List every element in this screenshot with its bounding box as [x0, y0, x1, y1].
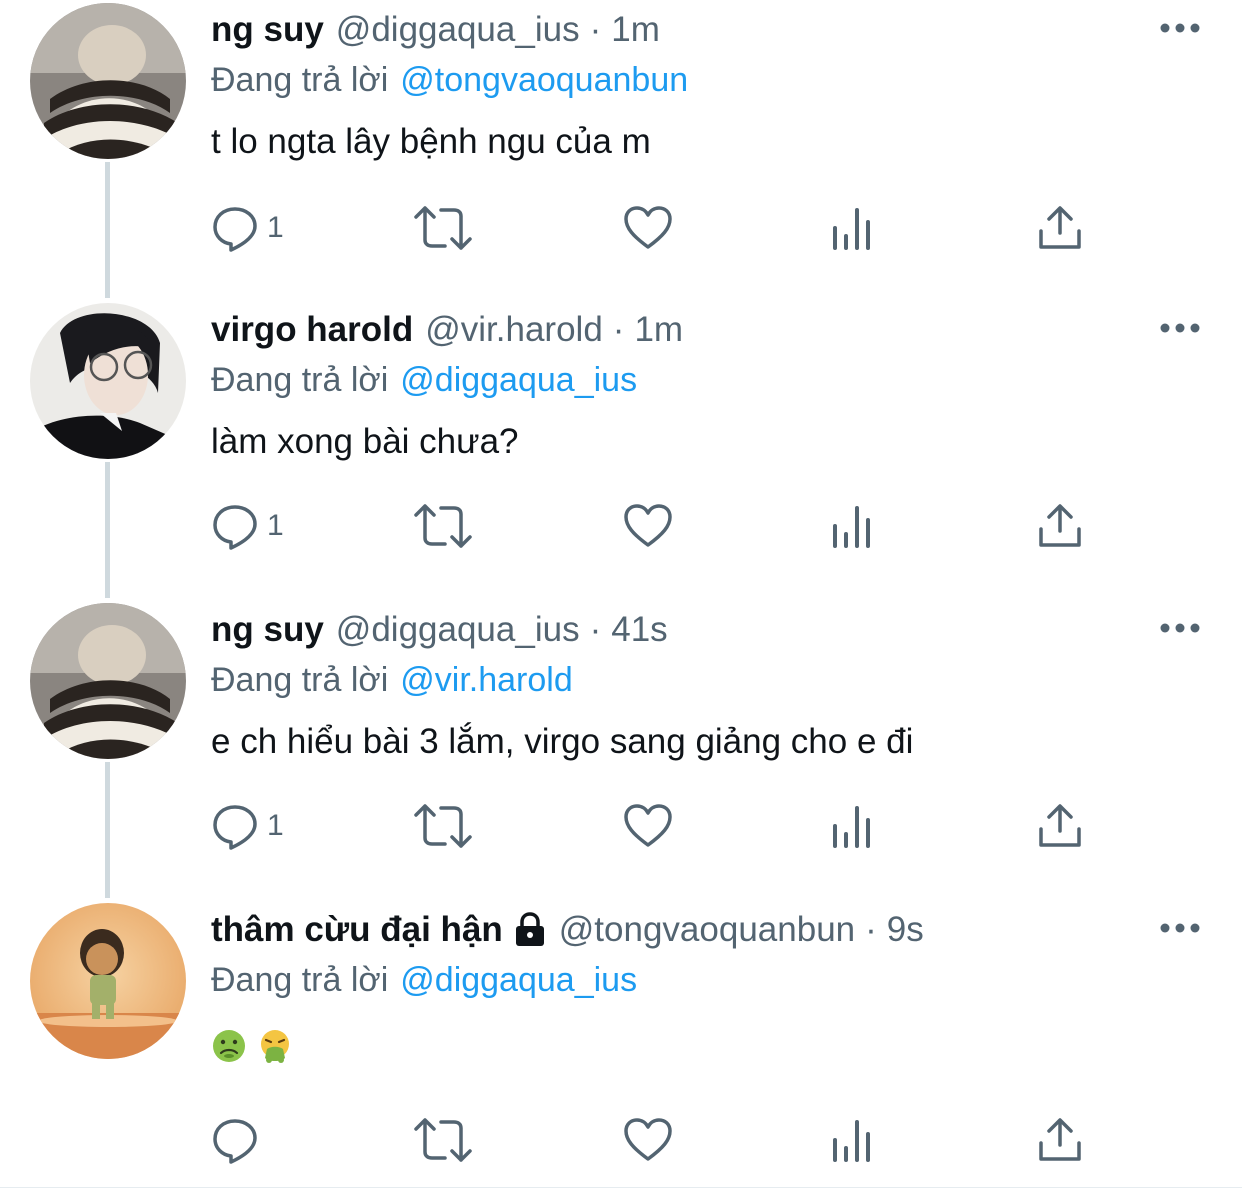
display-name[interactable]: ng suy	[211, 608, 324, 652]
replying-label: Đang trả lời	[211, 661, 389, 699]
retweet-button[interactable]	[413, 798, 473, 854]
nauseated-face-emoji	[213, 1030, 245, 1062]
tweet-actions: 1	[211, 798, 1111, 854]
reply-icon	[213, 207, 257, 252]
separator-dot: ·	[865, 910, 877, 949]
share-button[interactable]	[1037, 1112, 1083, 1168]
retweet-button[interactable]	[413, 498, 473, 554]
display-name[interactable]: thâm cừu đại hận	[211, 908, 503, 952]
heart-icon	[624, 804, 672, 847]
user-handle[interactable]: @tongvaoquanbun	[559, 908, 855, 952]
retweet-icon	[414, 1118, 472, 1162]
share-icon	[1039, 504, 1081, 547]
share-icon	[1039, 206, 1081, 249]
views-icon	[833, 208, 870, 250]
replying-to: Đang trả lời @tongvaoquanbun	[211, 58, 688, 102]
reply-button[interactable]: 1	[211, 200, 284, 256]
tweet[interactable]: ng suy @diggaqua_ius · 41s Đang trả lời @…	[0, 600, 1242, 900]
tweet-actions: 1	[211, 200, 1111, 256]
user-handle[interactable]: @diggaqua_ius	[336, 8, 580, 52]
avatar[interactable]	[30, 3, 186, 159]
tweet[interactable]: ng suy @diggaqua_ius · 1m Đang trả lời @t…	[0, 0, 1242, 300]
tweet-text: t lo ngta lây bệnh ngu của m	[211, 122, 651, 161]
reply-button[interactable]	[211, 1112, 267, 1168]
reply-count: 1	[267, 211, 284, 244]
reply-icon	[213, 505, 257, 550]
lock-icon	[515, 912, 544, 946]
views-button[interactable]	[831, 1112, 875, 1168]
heart-icon	[624, 1118, 672, 1161]
replying-to: Đang trả lời @vir.harold	[211, 658, 573, 702]
more-options-icon[interactable]	[1158, 916, 1202, 940]
tweet-header: thâm cừu đại hận @tongvaoquanbun · 9s	[211, 908, 924, 952]
more-options-icon[interactable]	[1158, 16, 1202, 40]
heart-icon	[624, 504, 672, 547]
views-button[interactable]	[831, 498, 875, 554]
views-icon	[833, 1120, 870, 1162]
tweet[interactable]: virgo harold @vir.harold · 1m Đang trả l…	[0, 300, 1242, 600]
display-name[interactable]: virgo harold	[211, 308, 413, 352]
timestamp[interactable]: 1m	[611, 8, 660, 52]
retweet-button[interactable]	[413, 200, 473, 256]
reply-count: 1	[267, 809, 284, 842]
reply-count: 1	[267, 509, 284, 542]
divider	[0, 1187, 1242, 1188]
replying-label: Đang trả lời	[211, 961, 389, 999]
like-button[interactable]	[623, 1112, 673, 1168]
replying-to: Đang trả lời @diggaqua_ius	[211, 358, 637, 402]
tweet-actions: 1	[211, 498, 1111, 554]
retweet-icon	[414, 804, 472, 848]
views-icon	[833, 806, 870, 848]
views-icon	[833, 506, 870, 548]
reply-button[interactable]: 1	[211, 498, 284, 554]
like-button[interactable]	[623, 498, 673, 554]
user-handle[interactable]: @vir.harold	[425, 308, 603, 352]
share-icon	[1039, 804, 1081, 847]
separator-dot: ·	[612, 310, 625, 349]
tweet[interactable]: thâm cừu đại hận @tongvaoquanbun · 9s Đa…	[0, 900, 1242, 1190]
separator-dot: ·	[589, 610, 602, 649]
heart-icon	[624, 206, 672, 249]
like-button[interactable]	[623, 798, 673, 854]
separator-dot: ·	[589, 10, 602, 49]
reply-button[interactable]: 1	[211, 798, 284, 854]
reply-icon	[213, 1119, 257, 1164]
mention-link[interactable]: @tongvaoquanbun	[400, 61, 688, 99]
more-options-icon[interactable]	[1158, 616, 1202, 640]
user-handle[interactable]: @diggaqua_ius	[336, 608, 580, 652]
avatar[interactable]	[30, 903, 186, 1059]
retweet-button[interactable]	[413, 1112, 473, 1168]
share-button[interactable]	[1037, 798, 1083, 854]
replying-to: Đang trả lời @diggaqua_ius	[211, 958, 637, 1002]
tweet-text: e ch hiểu bài 3 lắm, virgo sang giảng ch…	[211, 722, 914, 761]
avatar[interactable]	[30, 603, 186, 759]
tweet-header: virgo harold @vir.harold · 1m	[211, 308, 683, 352]
vomiting-face-emoji	[261, 1030, 289, 1063]
reply-icon	[213, 805, 257, 850]
views-button[interactable]	[831, 200, 875, 256]
share-button[interactable]	[1037, 498, 1083, 554]
retweet-icon	[414, 206, 472, 250]
tweet-text: làm xong bài chưa?	[211, 422, 519, 461]
retweet-icon	[414, 504, 472, 548]
views-button[interactable]	[831, 798, 875, 854]
like-button[interactable]	[623, 200, 673, 256]
tweet-emojis	[211, 1028, 293, 1064]
share-icon	[1039, 1118, 1081, 1161]
replying-label: Đang trả lời	[211, 361, 389, 399]
tweet-header: ng suy @diggaqua_ius · 41s	[211, 608, 668, 652]
display-name[interactable]: ng suy	[211, 8, 324, 52]
avatar[interactable]	[30, 303, 186, 459]
timestamp[interactable]: 41s	[611, 608, 667, 652]
tweet-header: ng suy @diggaqua_ius · 1m	[211, 8, 660, 52]
more-options-icon[interactable]	[1158, 316, 1202, 340]
timestamp[interactable]: 1m	[634, 308, 683, 352]
tweet-actions	[211, 1112, 1111, 1168]
timestamp[interactable]: 9s	[887, 908, 924, 952]
mention-link[interactable]: @vir.harold	[400, 661, 572, 699]
share-button[interactable]	[1037, 200, 1083, 256]
mention-link[interactable]: @diggaqua_ius	[400, 961, 637, 999]
mention-link[interactable]: @diggaqua_ius	[400, 361, 637, 399]
replying-label: Đang trả lời	[211, 61, 389, 99]
